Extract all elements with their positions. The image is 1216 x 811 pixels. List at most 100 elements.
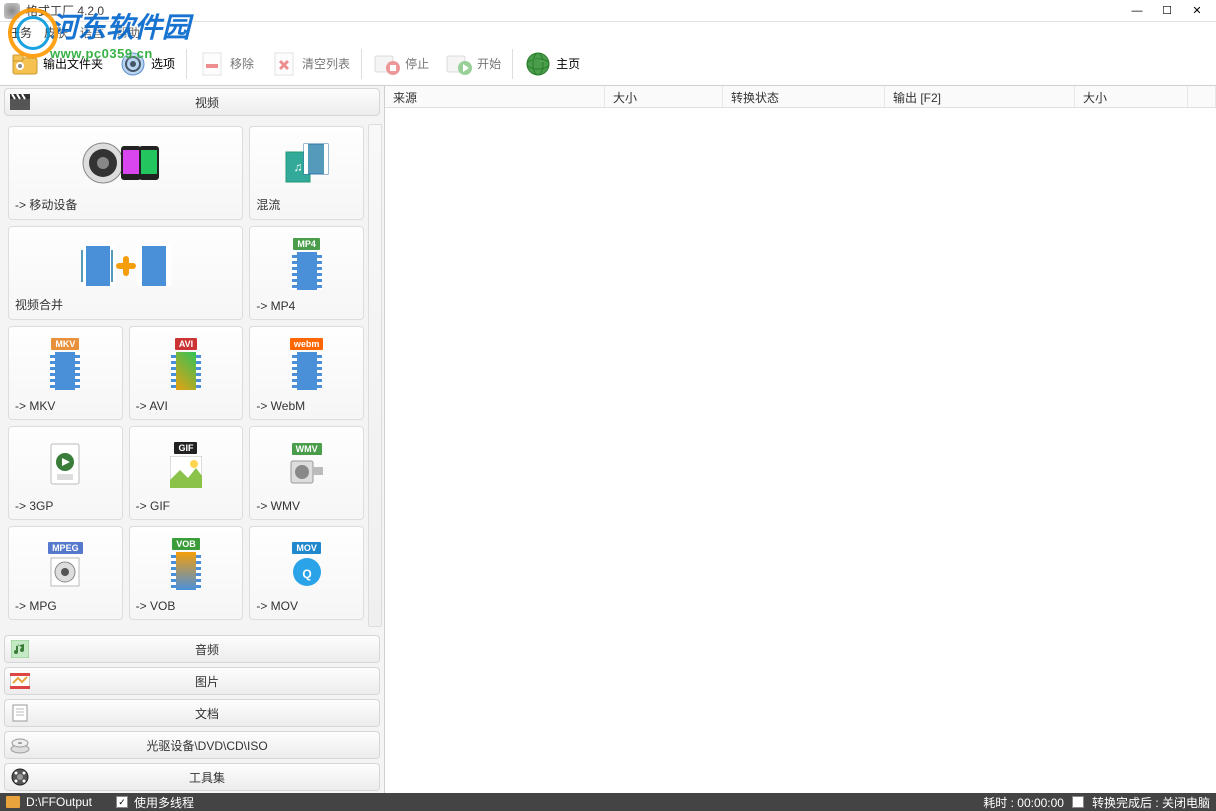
mp4-icon: MP4 xyxy=(256,233,357,295)
separator xyxy=(512,49,513,79)
remove-button[interactable]: 移除 xyxy=(191,47,261,81)
tile-mpg[interactable]: MPEG -> MPG xyxy=(8,526,123,620)
clear-icon xyxy=(270,50,298,78)
output-path[interactable]: D:\FFOutput xyxy=(26,795,92,809)
options-button[interactable]: 选项 xyxy=(112,47,182,81)
tile-mov-label: -> MOV xyxy=(256,595,357,613)
task-list-panel: 来源 大小 转换状态 输出 [F2] 大小 xyxy=(385,86,1216,793)
after-convert-checkbox[interactable] xyxy=(1072,796,1084,808)
multithread-checkbox[interactable]: ✓ xyxy=(116,796,128,808)
tile-3gp-label: -> 3GP xyxy=(15,495,116,513)
remove-label: 移除 xyxy=(230,55,254,72)
merge-icon xyxy=(15,233,236,292)
tile-vob-label: -> VOB xyxy=(136,595,237,613)
category-toolset-label: 工具集 xyxy=(35,769,379,786)
mux-icon: ♫ xyxy=(256,133,357,192)
gp3-icon xyxy=(15,433,116,495)
menu-language[interactable]: 语言 xyxy=(80,24,104,41)
clear-list-button[interactable]: 清空列表 xyxy=(263,47,357,81)
tile-mobile-label: -> 移动设备 xyxy=(15,192,236,213)
clear-list-label: 清空列表 xyxy=(302,55,350,72)
tile-mp4-label: -> MP4 xyxy=(256,295,357,313)
output-folder-label: 输出文件夹 xyxy=(43,55,103,72)
mov-icon: MOV Q xyxy=(256,533,357,595)
tile-mux[interactable]: ♫ 混流 xyxy=(249,126,364,220)
tile-gif-label: -> GIF xyxy=(136,495,237,513)
tile-video-merge[interactable]: 视频合并 xyxy=(8,226,243,320)
tile-gif[interactable]: GIF -> GIF xyxy=(129,426,244,520)
col-size[interactable]: 大小 xyxy=(605,86,723,107)
folder-icon xyxy=(11,50,39,78)
col-spacer xyxy=(1188,86,1216,107)
options-label: 选项 xyxy=(151,55,175,72)
category-document[interactable]: 文档 xyxy=(4,699,380,727)
separator xyxy=(186,49,187,79)
category-audio[interactable]: 音频 xyxy=(4,635,380,663)
col-output[interactable]: 输出 [F2] xyxy=(885,86,1075,107)
output-folder-button[interactable]: 输出文件夹 xyxy=(4,47,110,81)
start-button[interactable]: 开始 xyxy=(438,47,508,81)
category-toolset[interactable]: 工具集 xyxy=(4,763,380,791)
maximize-button[interactable]: ☐ xyxy=(1152,1,1182,21)
wmv-icon: WMV xyxy=(256,433,357,495)
col-size2[interactable]: 大小 xyxy=(1075,86,1188,107)
tile-vob[interactable]: VOB -> VOB xyxy=(129,526,244,620)
tile-avi-label: -> AVI xyxy=(136,395,237,413)
tile-mux-label: 混流 xyxy=(256,192,357,213)
stop-label: 停止 xyxy=(405,55,429,72)
gif-icon: GIF xyxy=(136,433,237,495)
task-table-header: 来源 大小 转换状态 输出 [F2] 大小 xyxy=(385,86,1216,108)
category-video-label: 视频 xyxy=(35,94,379,111)
vob-icon: VOB xyxy=(136,533,237,595)
menu-skin[interactable]: 皮肤 xyxy=(44,24,68,41)
video-clapper-icon xyxy=(9,91,31,113)
stop-button[interactable]: 停止 xyxy=(366,47,436,81)
tile-mov[interactable]: MOV Q -> MOV xyxy=(249,526,364,620)
menu-bar: 任务 皮肤 语言 帮助 xyxy=(0,22,1216,42)
svg-text:Q: Q xyxy=(302,567,311,581)
homepage-label: 主页 xyxy=(556,55,580,72)
tile-3gp[interactable]: -> 3GP xyxy=(8,426,123,520)
status-bar: D:\FFOutput ✓ 使用多线程 耗时 : 00:00:00 转换完成后 … xyxy=(0,793,1216,811)
menu-help[interactable]: 帮助 xyxy=(116,24,140,41)
category-optical[interactable]: 光驱设备\DVD\CD\ISO xyxy=(4,731,380,759)
tile-webm-label: -> WebM xyxy=(256,395,357,413)
tile-mkv[interactable]: MKV -> MKV xyxy=(8,326,123,420)
tile-mobile-device[interactable]: -> 移动设备 xyxy=(8,126,243,220)
close-button[interactable]: ✕ xyxy=(1182,1,1212,21)
gear-icon xyxy=(119,50,147,78)
col-status[interactable]: 转换状态 xyxy=(723,86,885,107)
app-icon xyxy=(4,3,20,19)
document-icon xyxy=(9,702,31,724)
minimize-button[interactable]: — xyxy=(1122,1,1152,21)
folder-icon[interactable] xyxy=(6,796,20,808)
multithread-label: 使用多线程 xyxy=(134,794,194,811)
stop-icon xyxy=(373,50,401,78)
avi-icon: AVI xyxy=(136,333,237,395)
homepage-button[interactable]: 主页 xyxy=(517,47,587,81)
tile-wmv[interactable]: WMV -> WMV xyxy=(249,426,364,520)
start-label: 开始 xyxy=(477,55,501,72)
menu-task[interactable]: 任务 xyxy=(8,24,32,41)
toolset-icon xyxy=(9,766,31,788)
toolbar: 输出文件夹 选项 移除 清空列表 停止 开始 主页 xyxy=(0,42,1216,86)
col-source[interactable]: 来源 xyxy=(385,86,605,107)
tile-mp4[interactable]: MP4 -> MP4 xyxy=(249,226,364,320)
remove-icon xyxy=(198,50,226,78)
tile-merge-label: 视频合并 xyxy=(15,292,236,313)
title-bar: 格式工厂 4.2.0 — ☐ ✕ xyxy=(0,0,1216,22)
tile-mkv-label: -> MKV xyxy=(15,395,116,413)
audio-icon xyxy=(9,638,31,660)
window-title: 格式工厂 4.2.0 xyxy=(26,2,1122,19)
video-tiles-area: -> 移动设备 ♫ 混流 xyxy=(0,118,384,633)
category-video[interactable]: 视频 xyxy=(4,88,380,116)
tile-avi[interactable]: AVI -> AVI xyxy=(129,326,244,420)
tile-webm[interactable]: webm -> WebM xyxy=(249,326,364,420)
elapsed-time: 耗时 : 00:00:00 xyxy=(983,794,1064,811)
mkv-icon: MKV xyxy=(15,333,116,395)
scrollbar[interactable] xyxy=(368,124,382,627)
tile-wmv-label: -> WMV xyxy=(256,495,357,513)
task-table-body[interactable] xyxy=(385,108,1216,793)
tile-mpg-label: -> MPG xyxy=(15,595,116,613)
category-picture[interactable]: 图片 xyxy=(4,667,380,695)
